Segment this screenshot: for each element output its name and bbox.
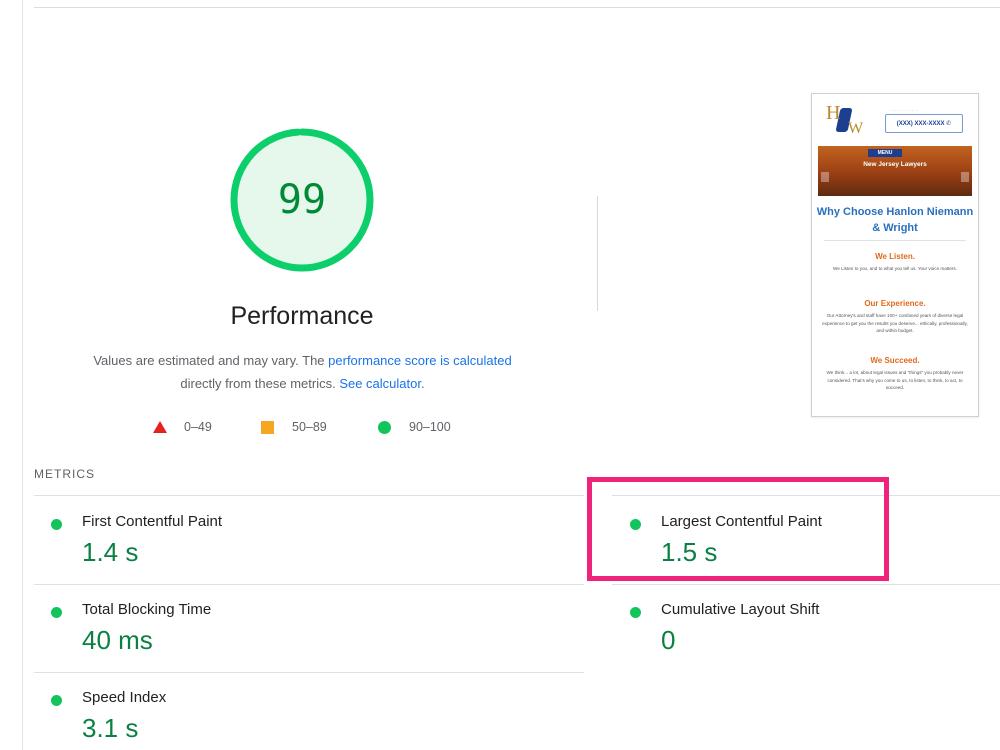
final-screenshot-thumbnail[interactable]: H W · · · · · · · · · · · · (XXX) XXX-XX…: [811, 93, 979, 417]
performance-score: 99: [277, 177, 327, 223]
legend-item-pass: 90–100: [378, 420, 451, 434]
phone-caption: · · · · · · · · · · · ·: [890, 108, 919, 113]
logo-letter-h: H: [826, 102, 841, 124]
metrics-divider: [34, 584, 584, 585]
average-square-icon: [261, 420, 274, 434]
metric-value: 1.4 s: [82, 537, 139, 567]
metric-label: First Contentful Paint: [82, 513, 223, 530]
section-title: We Listen.: [875, 252, 915, 261]
performance-gauge: 99: [229, 127, 375, 273]
metric-label: Total Blocking Time: [82, 601, 212, 618]
site-logo: H W: [826, 102, 866, 138]
metrics-divider: [34, 495, 584, 496]
pass-circle-icon: [630, 607, 641, 618]
metrics-divider: [612, 584, 1000, 585]
legend-label: 0–49: [184, 420, 212, 434]
metric-label: Cumulative Layout Shift: [661, 601, 820, 618]
legend-item-average: 50–89: [261, 420, 327, 434]
thumbnail-divider: [824, 240, 966, 241]
performance-description: Values are estimated and may vary. The p…: [50, 349, 555, 395]
pass-circle-icon: [378, 420, 391, 434]
section-text: Our Attorney's and staff have 100+ combi…: [822, 313, 968, 333]
description-text: directly from these metrics.: [180, 376, 340, 391]
menu-label: MENU: [877, 150, 893, 156]
section-text: We Listen to you, and to what you tell u…: [832, 266, 957, 271]
legend-item-fail: 0–49: [153, 420, 212, 434]
thumbnail-heading: Why Choose Hanlon Niemann & Wright: [816, 206, 974, 234]
carousel-prev-icon: [821, 172, 829, 182]
phone-number: (XXX) XXX-XXXX: [896, 120, 945, 127]
description-text: Values are estimated and may vary. The: [93, 353, 329, 368]
left-border: [22, 0, 23, 750]
top-divider: [34, 7, 1000, 8]
section-title: Our Experience.: [864, 299, 926, 308]
fail-triangle-icon: [153, 421, 167, 433]
legend-label: 50–89: [292, 420, 327, 434]
metric-value: 40 ms: [82, 625, 153, 655]
metrics-section-label: METRICS: [34, 467, 95, 481]
legend-label: 90–100: [409, 420, 451, 434]
metrics-divider: [34, 672, 584, 673]
banner-title: New Jersey Lawyers: [863, 161, 927, 168]
description-text: .: [420, 376, 425, 391]
performance-score-link[interactable]: performance score is calculated: [328, 353, 512, 368]
phone-button: (XXX) XXX-XXXX ✆: [885, 114, 963, 133]
menu-button: MENU: [868, 149, 902, 157]
carousel-next-icon: [961, 172, 969, 182]
metric-value: 3.1 s: [82, 713, 139, 743]
pass-circle-icon: [51, 519, 62, 530]
hero-banner: MENU New Jersey Lawyers: [818, 146, 972, 196]
metric-value: 0: [661, 625, 676, 655]
metric-label: Speed Index: [82, 689, 167, 706]
performance-title: Performance: [230, 302, 374, 330]
section-text: We think... a lot, about legal issues an…: [826, 370, 964, 390]
vertical-divider: [597, 196, 598, 311]
see-calculator-link[interactable]: See calculator: [339, 376, 421, 391]
pass-circle-icon: [51, 607, 62, 618]
logo-letter-w: W: [848, 120, 864, 137]
highlight-annotation-box: [587, 477, 889, 581]
section-title: We Succeed.: [870, 356, 920, 365]
pass-circle-icon: [51, 695, 62, 706]
